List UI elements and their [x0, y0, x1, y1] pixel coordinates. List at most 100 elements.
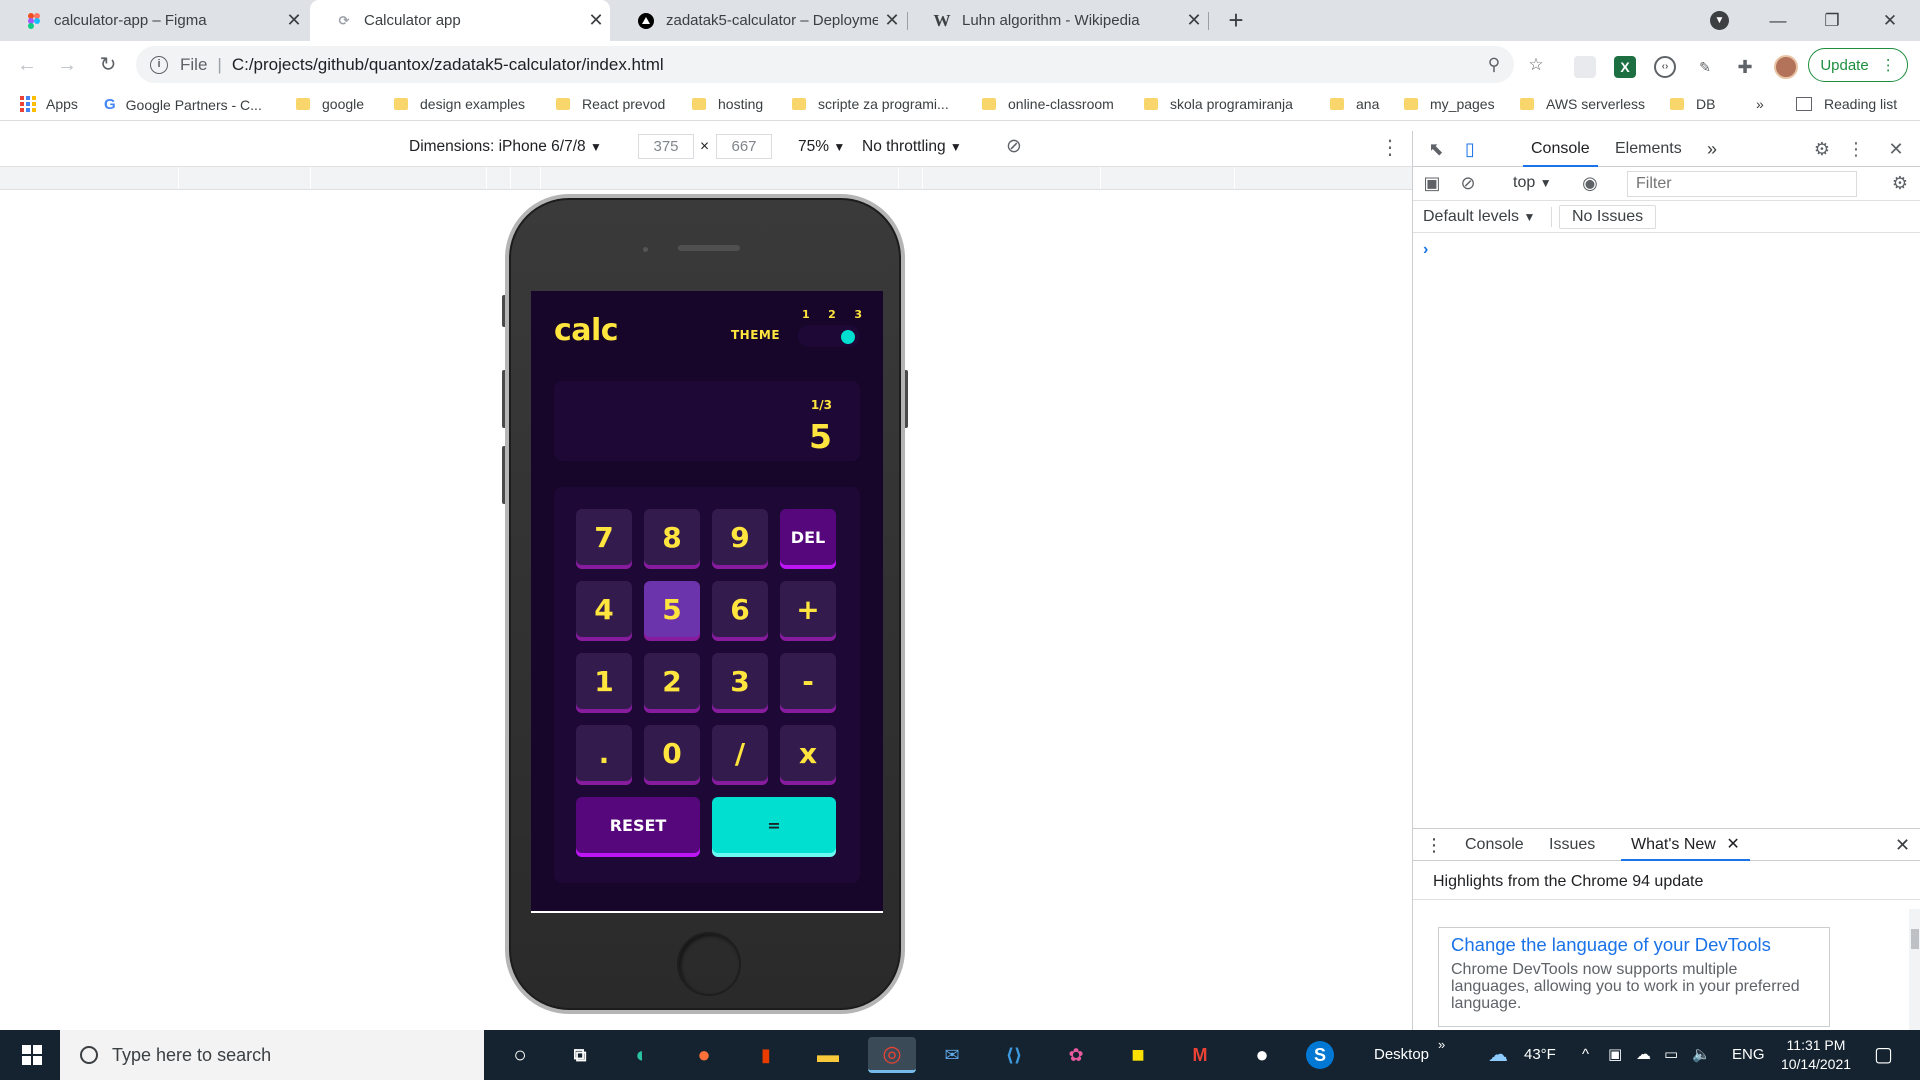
- site-info-icon[interactable]: i: [150, 55, 168, 74]
- key-2[interactable]: 2: [644, 653, 700, 709]
- drawer-tab-issues[interactable]: Issues: [1549, 829, 1595, 861]
- bookmark-folder-react-prevod[interactable]: React prevod: [556, 96, 665, 112]
- tab-search-icon[interactable]: ▼: [1710, 11, 1729, 30]
- office-icon[interactable]: ▮: [748, 1037, 784, 1073]
- device-select[interactable]: Dimensions: iPhone 6/7/8 ▼: [409, 138, 602, 156]
- tab-vercel[interactable]: zadatak5-calculator – Deployment ✕: [612, 0, 906, 41]
- key-decimal[interactable]: .: [576, 725, 632, 781]
- onedrive-cloud-icon[interactable]: ☁: [1636, 1030, 1651, 1080]
- bookmarks-overflow-button[interactable]: »: [1756, 96, 1764, 112]
- context-select[interactable]: top ▼: [1513, 174, 1552, 192]
- close-tab-icon[interactable]: ✕: [280, 10, 308, 31]
- battery-icon[interactable]: ▭: [1664, 1030, 1678, 1080]
- bookmark-folder-skola-programiranja[interactable]: skola programiranja: [1144, 96, 1293, 112]
- tab-figma[interactable]: calculator-app – Figma ✕: [0, 0, 308, 41]
- device-toggle-icon[interactable]: ▯: [1457, 137, 1483, 161]
- issues-button[interactable]: No Issues: [1559, 205, 1657, 229]
- restore-window-button[interactable]: ❐: [1810, 0, 1854, 41]
- console-prompt-icon[interactable]: ›: [1423, 241, 1428, 259]
- key-del[interactable]: DEL: [780, 509, 836, 565]
- console-filter-input[interactable]: [1627, 171, 1857, 197]
- levels-select[interactable]: Default levels ▼: [1423, 208, 1535, 226]
- scrollbar-thumb[interactable]: [1911, 929, 1919, 949]
- gmail-icon[interactable]: M: [1182, 1037, 1218, 1073]
- cortana-icon[interactable]: ○: [502, 1037, 538, 1073]
- file-explorer-icon[interactable]: ▬: [810, 1037, 846, 1073]
- equals-button[interactable]: =: [712, 797, 836, 853]
- drawer-scrollbar[interactable]: [1909, 909, 1920, 1031]
- volume-icon[interactable]: 🔈: [1692, 1030, 1711, 1080]
- start-button[interactable]: [8, 1030, 56, 1080]
- paint-icon[interactable]: ✿: [1058, 1037, 1094, 1073]
- skype-icon[interactable]: S: [1306, 1041, 1334, 1069]
- close-devtools-icon[interactable]: ✕: [1883, 137, 1909, 161]
- taskbar-search-box[interactable]: Type here to search: [60, 1030, 484, 1080]
- drawer-menu-icon[interactable]: ⋮: [1425, 829, 1443, 861]
- bookmark-folder-design-examples[interactable]: design examples: [394, 96, 525, 112]
- extensions-puzzle-icon[interactable]: ✚: [1734, 56, 1756, 78]
- key-6[interactable]: 6: [712, 581, 768, 637]
- close-tab-icon[interactable]: ✕: [1726, 836, 1739, 853]
- whats-new-card[interactable]: Change the language of your DevTools Chr…: [1438, 927, 1830, 1027]
- bookmark-star-icon[interactable]: ☆: [1523, 52, 1549, 78]
- close-window-button[interactable]: ✕: [1868, 0, 1912, 41]
- key-5[interactable]: 5: [644, 581, 700, 637]
- new-tab-button[interactable]: +: [1222, 6, 1250, 34]
- desktop-toolbar-label[interactable]: Desktop: [1374, 1030, 1429, 1080]
- clear-console-icon[interactable]: ⊘: [1455, 171, 1481, 195]
- zoom-icon[interactable]: ⚲: [1481, 52, 1507, 78]
- input-language[interactable]: ENG: [1732, 1030, 1765, 1080]
- rotate-device-icon[interactable]: ⊘: [1006, 135, 1022, 158]
- url-text[interactable]: C:/projects/github/quantox/zadatak5-calc…: [232, 55, 664, 75]
- settings-gear-icon[interactable]: ⚙: [1809, 137, 1835, 161]
- mail-icon[interactable]: ✉: [934, 1037, 970, 1073]
- tab-elements[interactable]: Elements: [1615, 131, 1682, 167]
- reset-button[interactable]: RESET: [576, 797, 700, 853]
- key-plus[interactable]: +: [780, 581, 836, 637]
- tab-wikipedia[interactable]: W Luhn algorithm - Wikipedia ✕: [908, 0, 1208, 41]
- key-7[interactable]: 7: [576, 509, 632, 565]
- more-tabs-icon[interactable]: »: [1707, 131, 1717, 167]
- theme-toggle-knob[interactable]: [841, 330, 855, 344]
- task-view-icon[interactable]: ⧉: [562, 1037, 598, 1073]
- live-expression-eye-icon[interactable]: ◉: [1577, 171, 1603, 195]
- theme-toggle[interactable]: [798, 325, 860, 347]
- key-divide[interactable]: /: [712, 725, 768, 781]
- device-height-input[interactable]: 667: [716, 134, 772, 159]
- key-9[interactable]: 9: [712, 509, 768, 565]
- meet-now-icon[interactable]: ▣: [1608, 1030, 1622, 1080]
- drawer-tab-console[interactable]: Console: [1465, 829, 1524, 861]
- reload-button[interactable]: ↻: [93, 50, 123, 80]
- bookmark-google-partners[interactable]: G Google Partners - C...: [104, 96, 262, 113]
- whats-new-card-title[interactable]: Change the language of your DevTools: [1451, 934, 1817, 956]
- key-4[interactable]: 4: [576, 581, 632, 637]
- profile-avatar[interactable]: [1774, 55, 1798, 79]
- key-0[interactable]: 0: [644, 725, 700, 781]
- close-drawer-icon[interactable]: ✕: [1895, 829, 1910, 861]
- forward-button[interactable]: →: [52, 50, 82, 80]
- notifications-icon[interactable]: ▢: [1874, 1030, 1893, 1080]
- close-tab-icon[interactable]: ✕: [582, 10, 610, 31]
- chrome-icon[interactable]: ◎: [868, 1037, 916, 1073]
- drawer-tab-whats-new[interactable]: What's New ✕: [1621, 829, 1750, 861]
- device-menu-icon[interactable]: ⋮: [1380, 135, 1400, 160]
- key-8[interactable]: 8: [644, 509, 700, 565]
- update-button[interactable]: Update ⋮: [1808, 48, 1908, 82]
- close-tab-icon[interactable]: ✕: [878, 10, 906, 31]
- key-multiply[interactable]: x: [780, 725, 836, 781]
- sidebar-toggle-icon[interactable]: ▣: [1419, 171, 1445, 195]
- key-1[interactable]: 1: [576, 653, 632, 709]
- bookmark-folder-google[interactable]: google: [296, 96, 364, 112]
- bookmark-folder-ana[interactable]: ana: [1330, 96, 1379, 112]
- bookmark-apps[interactable]: Apps: [20, 96, 78, 112]
- minimize-window-button[interactable]: —: [1756, 0, 1800, 41]
- key-minus[interactable]: -: [780, 653, 836, 709]
- device-width-input[interactable]: 375: [638, 134, 694, 159]
- bookmark-folder-scripte[interactable]: scripte za programi...: [792, 96, 949, 112]
- media-query-bar[interactable]: [0, 166, 1412, 190]
- console-settings-gear-icon[interactable]: ⚙: [1887, 171, 1913, 195]
- devtools-menu-icon[interactable]: ⋮: [1843, 137, 1869, 161]
- inspect-element-icon[interactable]: ⬉: [1423, 137, 1449, 161]
- edge-icon[interactable]: ◐: [624, 1037, 660, 1073]
- bookmark-folder-my-pages[interactable]: my_pages: [1404, 96, 1495, 112]
